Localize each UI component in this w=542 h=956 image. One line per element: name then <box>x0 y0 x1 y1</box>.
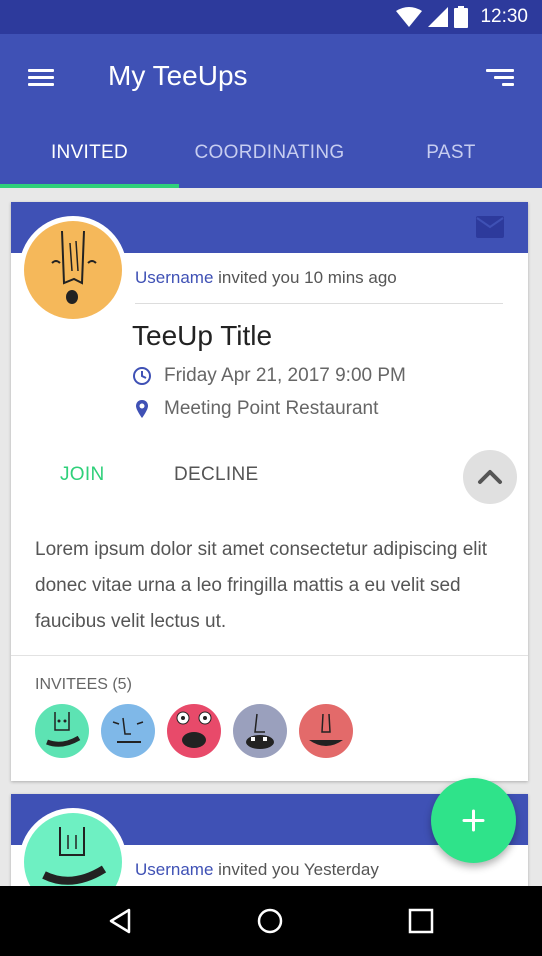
teeup-datetime: Friday Apr 21, 2017 9:00 PM <box>164 365 406 386</box>
teeup-card[interactable]: Username invited you 10 mins ago TeeUp T… <box>11 202 528 781</box>
home-icon[interactable] <box>255 906 285 936</box>
battery-icon <box>454 6 469 28</box>
app-title: My TeeUps <box>108 60 248 91</box>
tab-invited[interactable]: INVITED <box>0 134 179 188</box>
add-teeup-button[interactable] <box>431 778 516 863</box>
username-link[interactable]: Username <box>135 860 213 879</box>
tab-bar: INVITED COORDINATING PAST <box>0 134 542 188</box>
plus-icon <box>462 809 485 832</box>
tab-past[interactable]: PAST <box>360 134 542 188</box>
invitee-avatar[interactable] <box>167 704 221 758</box>
teeup-location: Meeting Point Restaurant <box>164 398 379 419</box>
collapse-button[interactable] <box>463 450 517 504</box>
invite-text: invited you Yesterday <box>213 860 379 879</box>
invitees-label: INVITEES (5) <box>35 676 132 693</box>
system-nav-bar <box>0 886 542 956</box>
location-row: Meeting Point Restaurant <box>132 398 378 420</box>
menu-icon[interactable] <box>24 64 58 92</box>
app-bar: My TeeUps INVITED COORDINATING PAST <box>0 34 542 188</box>
chevron-up-icon <box>478 470 502 484</box>
avatar-face-icon <box>51 230 97 304</box>
sort-icon[interactable] <box>484 64 518 92</box>
status-time: 12:30 <box>480 6 528 27</box>
teeup-title: TeeUp Title <box>132 320 273 351</box>
back-icon[interactable] <box>105 906 135 936</box>
datetime-row: Friday Apr 21, 2017 9:00 PM <box>132 365 406 387</box>
username-link[interactable]: Username <box>135 268 213 287</box>
divider <box>11 655 528 656</box>
divider <box>135 303 503 304</box>
invite-line: Username invited you 10 mins ago <box>135 268 397 288</box>
invite-line: Username invited you Yesterday <box>135 860 379 880</box>
avatar-face-icon <box>42 827 107 885</box>
clock-icon <box>133 367 151 385</box>
avatar <box>19 216 127 324</box>
invitee-avatar[interactable] <box>233 704 287 758</box>
join-button[interactable]: JOIN <box>60 464 104 486</box>
teeup-description: Lorem ipsum dolor sit amet consectetur a… <box>35 539 487 632</box>
decline-button[interactable]: DECLINE <box>174 464 258 486</box>
recents-icon[interactable] <box>406 906 436 936</box>
invitee-avatar[interactable] <box>35 704 89 758</box>
invite-text: invited you 10 mins ago <box>213 268 397 287</box>
tab-indicator <box>0 184 179 188</box>
invitees-list <box>35 704 353 758</box>
wifi-icon <box>396 7 423 27</box>
invitee-avatar[interactable] <box>101 704 155 758</box>
mail-icon[interactable] <box>476 216 504 238</box>
invitee-avatar[interactable] <box>299 704 353 758</box>
status-bar: 12:30 <box>0 0 542 34</box>
location-pin-icon <box>136 400 148 418</box>
signal-icon <box>428 7 449 27</box>
tab-coordinating[interactable]: COORDINATING <box>179 134 360 188</box>
